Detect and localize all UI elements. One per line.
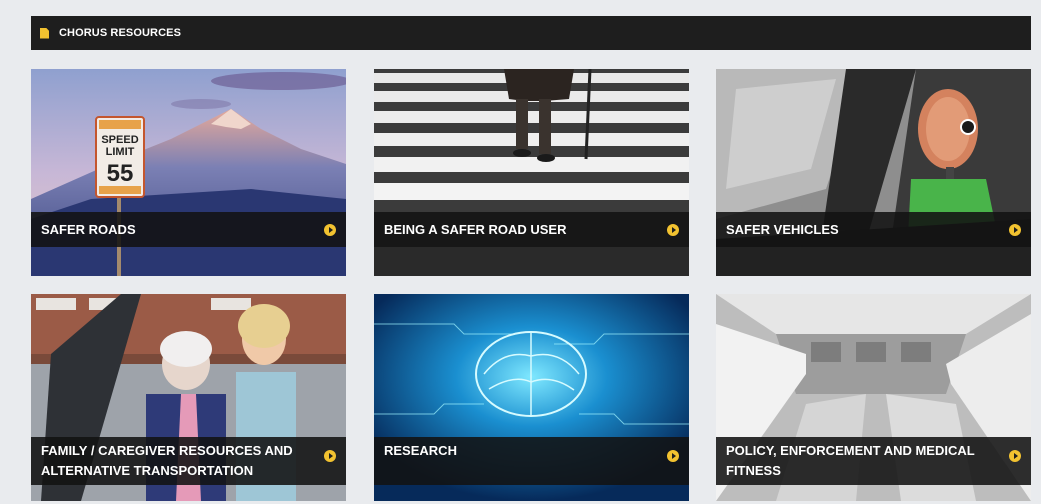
- arrow-right-icon: [1009, 223, 1021, 236]
- arrow-right-icon: [324, 223, 336, 236]
- card-safer-roads[interactable]: SPEED LIMIT 55 SAFER ROADS: [31, 69, 346, 276]
- card-label: FAMILY / CAREGIVER RESOURCES AND ALTERNA…: [41, 443, 293, 478]
- card-research[interactable]: RESEARCH: [374, 294, 689, 501]
- card-caption: BEING A SAFER ROAD USER: [374, 212, 689, 247]
- card-being-a-safer-road-user[interactable]: BEING A SAFER ROAD USER: [374, 69, 689, 276]
- card-label: SAFER ROADS: [41, 221, 136, 237]
- card-label: SAFER VEHICLES: [726, 221, 839, 237]
- card-caption: FAMILY / CAREGIVER RESOURCES AND ALTERNA…: [31, 437, 346, 485]
- card-label: RESEARCH: [384, 443, 457, 458]
- card-policy-enforcement[interactable]: POLICY, ENFORCEMENT AND MEDICAL FITNESS: [716, 294, 1031, 501]
- card-safer-vehicles[interactable]: SAFER VEHICLES: [716, 69, 1031, 276]
- card-caption: SAFER ROADS: [31, 212, 346, 247]
- speed-sign-line2: LIMIT: [106, 146, 135, 158]
- arrow-right-icon: [667, 450, 679, 462]
- card-label: BEING A SAFER ROAD USER: [384, 221, 567, 237]
- card-caption: POLICY, ENFORCEMENT AND MEDICAL FITNESS: [716, 437, 1031, 485]
- card-caption: SAFER VEHICLES: [716, 212, 1031, 247]
- card-caption: RESEARCH: [374, 437, 689, 485]
- card-label: POLICY, ENFORCEMENT AND MEDICAL FITNESS: [726, 443, 975, 478]
- arrow-right-icon: [667, 223, 679, 236]
- arrow-right-icon: [1009, 450, 1021, 462]
- speed-sign-value: 55: [107, 160, 134, 187]
- arrow-right-icon: [324, 450, 336, 462]
- card-family-caregiver-resources[interactable]: FAMILY / CAREGIVER RESOURCES AND ALTERNA…: [31, 294, 346, 501]
- speed-sign-line1: SPEED: [101, 134, 138, 146]
- resource-grid: SPEED LIMIT 55 SAFER ROADS BEING A SAFER…: [0, 0, 1041, 504]
